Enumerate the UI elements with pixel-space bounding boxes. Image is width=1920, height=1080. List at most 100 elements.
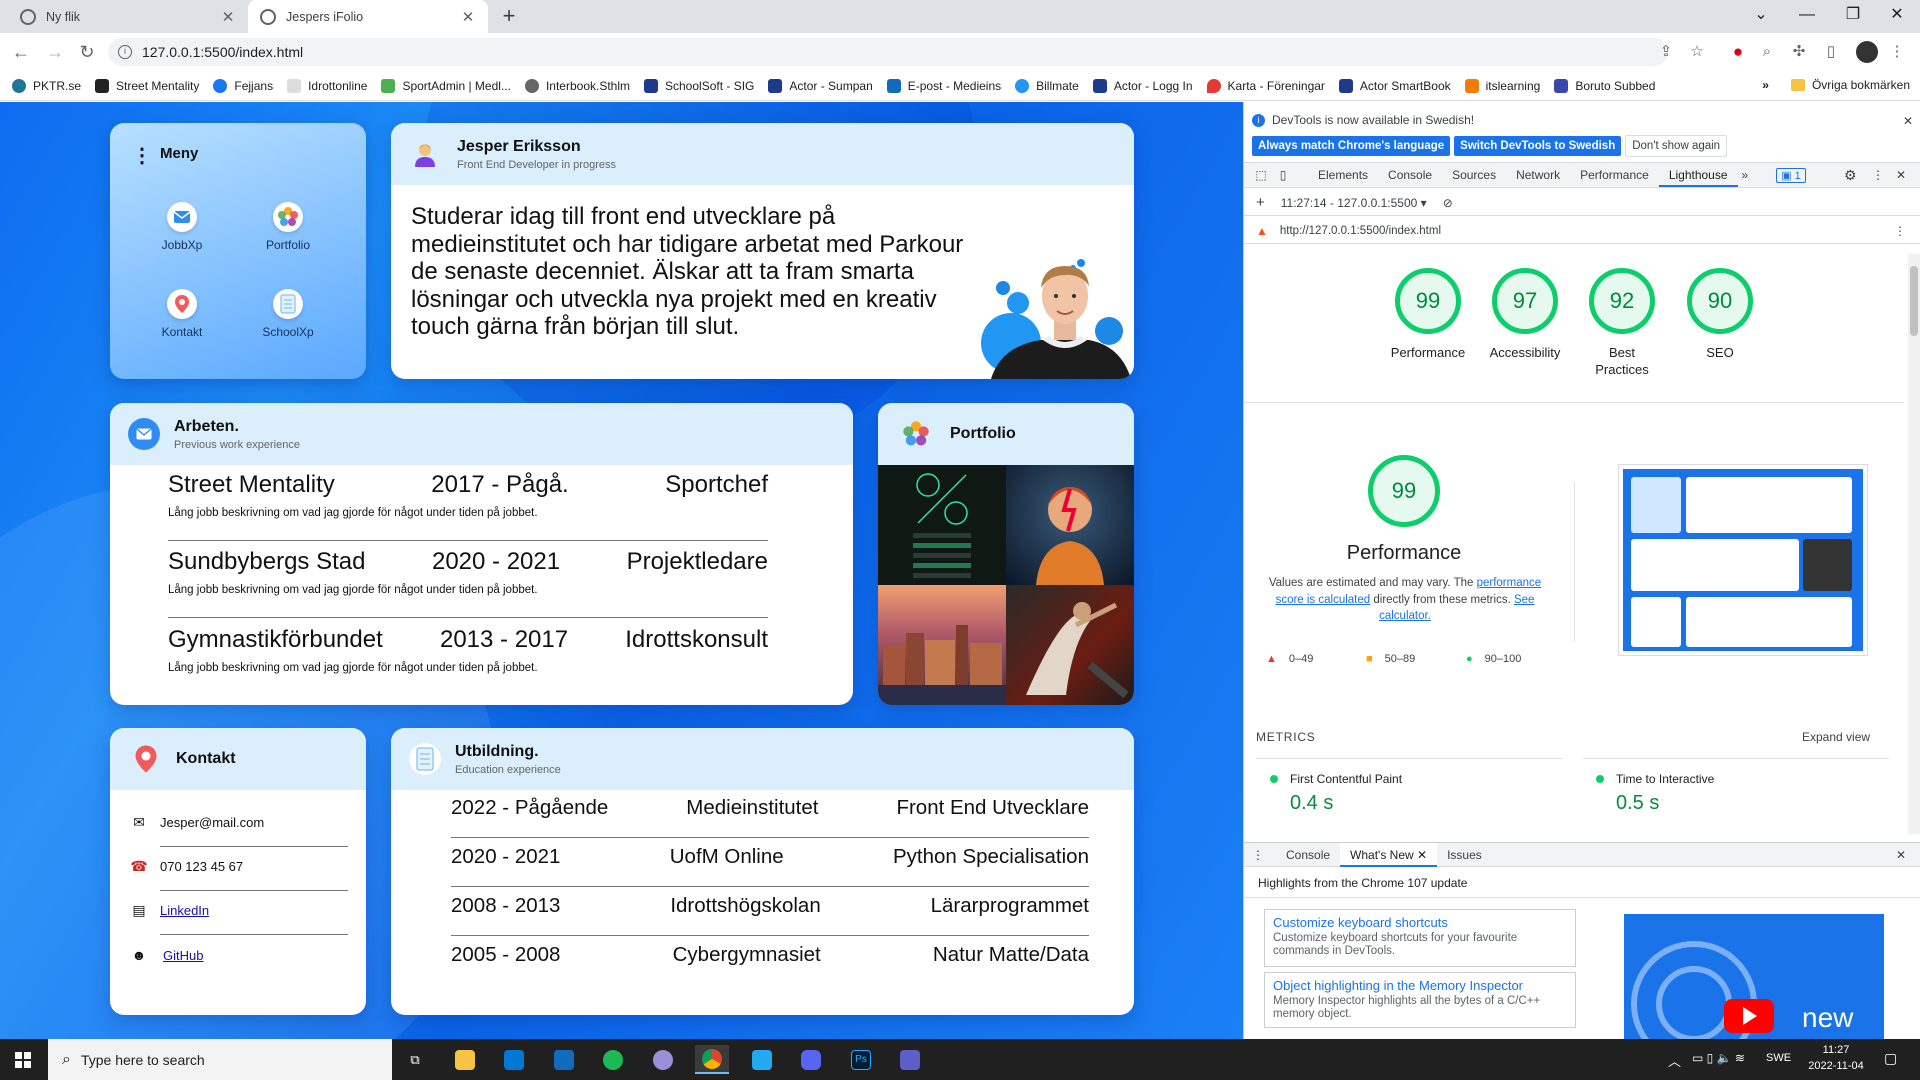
- scrollbar[interactable]: [1908, 254, 1920, 834]
- device-toolbar-icon[interactable]: ▯: [1272, 168, 1294, 182]
- close-tab-icon[interactable]: ✕: [460, 8, 476, 26]
- address-bar[interactable]: i 127.0.0.1:5500/index.html: [108, 38, 1668, 66]
- clock[interactable]: 11:27 2022-11-04: [1790, 1042, 1882, 1074]
- app-circle-icon[interactable]: [646, 1045, 680, 1074]
- input-language[interactable]: SWE: [1766, 1052, 1791, 1064]
- tab-network[interactable]: Network: [1506, 163, 1570, 187]
- bookmark-item[interactable]: PKTR.se: [12, 78, 81, 93]
- bookmark-item[interactable]: Idrottonline: [287, 78, 367, 93]
- reload-icon[interactable]: ↻: [72, 37, 102, 67]
- menu-item-portfolio[interactable]: Portfolio: [243, 202, 333, 252]
- drawer-menu-icon[interactable]: ⋮: [1252, 848, 1264, 862]
- minimize-button[interactable]: —: [1784, 0, 1830, 33]
- new-tab-button[interactable]: +: [496, 4, 522, 30]
- profile-avatar[interactable]: [1856, 41, 1878, 63]
- bookmark-item[interactable]: Street Mentality: [95, 78, 199, 93]
- bookmark-item[interactable]: Interbook.Sthlm: [524, 78, 630, 93]
- tray-icons[interactable]: ▭ ▯ 🔈 ≋: [1692, 1051, 1745, 1065]
- tab-search-chevron-icon[interactable]: ⌄: [1738, 0, 1784, 33]
- bookmark-item[interactable]: Billmate: [1015, 78, 1079, 93]
- whats-new-video[interactable]: new: [1624, 914, 1884, 1039]
- inspect-element-icon[interactable]: ⬚: [1250, 168, 1272, 182]
- bookmark-item[interactable]: Actor SmartBook: [1338, 78, 1451, 93]
- drawer-tab-console[interactable]: Console: [1276, 843, 1340, 867]
- bookmark-item[interactable]: itslearning: [1464, 78, 1540, 93]
- portfolio-thumb-parkour[interactable]: [1006, 585, 1134, 705]
- score-gauge-performance[interactable]: 99: [1395, 268, 1461, 334]
- kebab-menu-icon[interactable]: ⋮: [1872, 168, 1884, 182]
- bookmark-item[interactable]: Actor - Logg In: [1092, 78, 1193, 93]
- tab-new-tab[interactable]: Ny flik ✕: [8, 0, 248, 33]
- restore-button[interactable]: ❐: [1830, 0, 1876, 33]
- bookmark-item[interactable]: SchoolSoft - SIG: [644, 78, 754, 93]
- other-bookmarks-folder[interactable]: Övriga bokmärken: [1812, 78, 1910, 92]
- microsoft-store-icon[interactable]: [497, 1045, 531, 1074]
- vscode-icon[interactable]: [745, 1045, 779, 1074]
- chrome-icon[interactable]: [695, 1045, 729, 1074]
- linkedin-link[interactable]: LinkedIn: [160, 903, 209, 918]
- report-menu-icon[interactable]: ⋮: [1894, 224, 1906, 238]
- more-bookmarks-button[interactable]: »: [1762, 78, 1769, 92]
- match-language-button[interactable]: Always match Chrome's language: [1252, 136, 1451, 156]
- close-devtools-icon[interactable]: ✕: [1896, 168, 1906, 182]
- bookmark-item[interactable]: Boruto Subbed: [1554, 78, 1655, 93]
- bookmark-item[interactable]: Fejjans: [213, 78, 273, 93]
- close-tab-icon[interactable]: ✕: [1417, 848, 1427, 862]
- switch-language-button[interactable]: Switch DevTools to Swedish: [1454, 136, 1622, 156]
- menu-item-schoolxp[interactable]: SchoolXp: [243, 289, 333, 339]
- menu-dots-icon[interactable]: ⋮: [132, 143, 152, 168]
- tab-elements[interactable]: Elements: [1308, 163, 1378, 187]
- opera-extension-icon[interactable]: ●: [1727, 41, 1749, 63]
- tab-console[interactable]: Console: [1378, 163, 1442, 187]
- share-icon[interactable]: ⇪: [1655, 41, 1677, 63]
- portfolio-thumb-city[interactable]: [878, 585, 1006, 705]
- notifications-icon[interactable]: ▢: [1884, 1050, 1897, 1067]
- taskbar-search[interactable]: ⌕ Type here to search: [48, 1039, 392, 1080]
- bookmark-item[interactable]: Actor - Sumpan: [768, 78, 873, 93]
- portfolio-thumb-app[interactable]: [878, 465, 1006, 585]
- close-window-button[interactable]: ✕: [1874, 0, 1920, 33]
- tab-lighthouse[interactable]: Lighthouse: [1658, 163, 1738, 187]
- score-gauge-accessibility[interactable]: 97: [1492, 268, 1558, 334]
- kebab-menu-icon[interactable]: ⋮: [1886, 41, 1908, 63]
- extension-search-icon[interactable]: ⌕: [1756, 41, 1778, 63]
- teams-icon[interactable]: [893, 1045, 927, 1074]
- tab-sources[interactable]: Sources: [1442, 163, 1506, 187]
- score-gauge-seo[interactable]: 90: [1687, 268, 1753, 334]
- drawer-tab-issues[interactable]: Issues: [1437, 843, 1492, 867]
- task-view-icon[interactable]: ⧉: [398, 1045, 432, 1074]
- scrollbar-thumb[interactable]: [1910, 266, 1918, 336]
- spotify-icon[interactable]: [596, 1045, 630, 1074]
- tab-jespers-ifolio[interactable]: Jespers iFolio ✕: [248, 0, 488, 33]
- side-panel-icon[interactable]: ▯: [1820, 41, 1842, 63]
- clear-icon[interactable]: ⊘: [1443, 196, 1453, 210]
- menu-item-jobbxp[interactable]: JobbXp: [137, 202, 227, 252]
- new-report-icon[interactable]: +: [1256, 194, 1265, 211]
- issues-badge[interactable]: ▣ 1: [1776, 167, 1806, 183]
- bookmark-item[interactable]: Karta - Föreningar: [1206, 78, 1325, 93]
- forward-arrow-icon[interactable]: →: [40, 37, 70, 67]
- tray-chevron-icon[interactable]: ︿: [1668, 1051, 1681, 1070]
- bookmark-item[interactable]: SportAdmin | Medl...: [381, 78, 511, 93]
- page-screenshot-thumbnail[interactable]: [1618, 464, 1868, 656]
- windows-start-icon[interactable]: [6, 1045, 40, 1074]
- menu-item-kontakt[interactable]: Kontakt: [137, 289, 227, 339]
- report-select[interactable]: 11:27:14 - 127.0.0.1:5500 ▾: [1281, 196, 1427, 210]
- whats-new-tip[interactable]: Object highlighting in the Memory Inspec…: [1264, 972, 1576, 1028]
- close-tab-icon[interactable]: ✕: [220, 8, 236, 26]
- file-explorer-icon[interactable]: [448, 1045, 482, 1074]
- mail-icon[interactable]: [547, 1045, 581, 1074]
- github-link[interactable]: GitHub: [163, 948, 203, 963]
- whats-new-tip[interactable]: Customize keyboard shortcuts Customize k…: [1264, 909, 1576, 967]
- close-icon[interactable]: ✕: [1903, 114, 1913, 128]
- drawer-tab-whats-new[interactable]: What's New ✕: [1340, 842, 1438, 867]
- expand-view-link[interactable]: Expand view: [1802, 730, 1870, 744]
- back-arrow-icon[interactable]: ←: [6, 37, 36, 67]
- score-gauge-best-practices[interactable]: 92: [1589, 268, 1655, 334]
- photoshop-icon[interactable]: Ps: [844, 1045, 878, 1074]
- tab-performance[interactable]: Performance: [1570, 163, 1659, 187]
- more-tabs-icon[interactable]: »: [1742, 168, 1749, 182]
- bookmark-star-icon[interactable]: ☆: [1686, 41, 1708, 63]
- site-info-icon[interactable]: i: [118, 45, 132, 59]
- discord-icon[interactable]: [794, 1045, 828, 1074]
